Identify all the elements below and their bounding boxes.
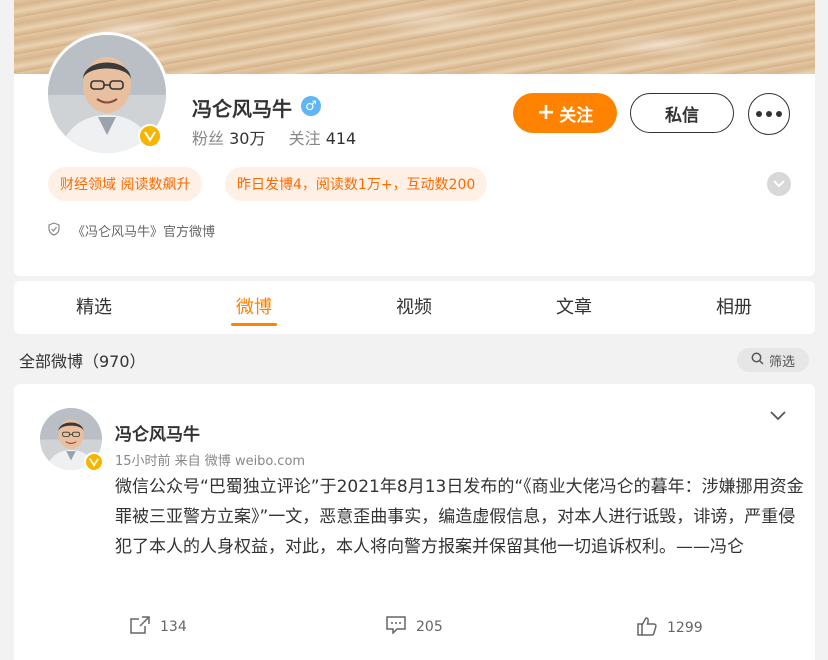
chevron-down-icon[interactable] — [767, 172, 791, 196]
comment-button[interactable]: 205 — [386, 616, 443, 638]
tab-featured-label: 精选 — [76, 297, 112, 318]
plus-icon: + — [536, 100, 556, 125]
domain-tag[interactable]: 财经领域 阅读数飙升 — [48, 167, 203, 201]
verified-badge-icon — [84, 452, 104, 472]
profile-stats: 粉丝 30万 关注 414 — [192, 125, 374, 149]
tab-videos-label: 视频 — [396, 297, 432, 318]
follow-button[interactable]: + 关注 — [513, 93, 617, 133]
repost-button[interactable]: 134 — [130, 616, 187, 638]
follow-button-label: 关注 — [559, 105, 594, 126]
activity-tag[interactable]: 昨日发博4，阅读数1万+，互动数200 — [225, 167, 488, 201]
official-text: 《冯仑风马牛》官方微博 — [72, 225, 216, 240]
verified-badge-icon — [138, 124, 162, 148]
followers-label: 粉丝 — [192, 129, 225, 148]
comment-count: 205 — [416, 619, 443, 635]
comment-icon — [386, 616, 406, 638]
like-button[interactable]: 1299 — [637, 616, 703, 640]
followers-count: 30万 — [229, 129, 266, 148]
message-button[interactable]: 私信 — [630, 93, 734, 133]
share-icon — [130, 616, 150, 638]
like-count: 1299 — [667, 620, 703, 636]
following-count: 414 — [325, 129, 357, 148]
post-author[interactable]: 冯仑风马牛 — [115, 420, 200, 445]
thumbs-up-icon — [637, 616, 657, 640]
following-label: 关注 — [288, 129, 321, 148]
tab-weibo[interactable]: 微博 — [174, 281, 334, 334]
more-options-icon[interactable] — [748, 93, 790, 135]
domain-tag-label: 财经领域 阅读数飙升 — [60, 177, 191, 193]
followers-stat[interactable]: 粉丝 30万 — [192, 129, 271, 148]
profile-card: 冯仑风马牛 ♂ 粉丝 30万 关注 414 + 关注 私信 财经领域 阅读数飙升… — [14, 0, 815, 276]
official-info: 《冯仑风马牛》官方微博 — [48, 221, 215, 240]
tab-featured[interactable]: 精选 — [14, 281, 174, 334]
feed-count: 全部微博（970） — [19, 352, 146, 371]
profile-name: 冯仑风马牛 — [192, 97, 292, 121]
tab-articles-label: 文章 — [556, 297, 592, 318]
message-button-label: 私信 — [665, 105, 699, 126]
post-card: 冯仑风马牛 15小时前 来自 微博 weibo.com 微信公众号“巴蜀独立评论… — [14, 384, 815, 660]
male-icon: ♂ — [301, 96, 321, 116]
activity-tag-label: 昨日发博4，阅读数1万+，互动数200 — [237, 177, 476, 193]
profile-tabs: 精选 微博 视频 文章 相册 — [14, 281, 815, 334]
tab-weibo-label: 微博 — [236, 297, 272, 318]
filter-button[interactable]: 筛选 — [737, 348, 809, 372]
post-text: 微信公众号“巴蜀独立评论”于2021年8月13日发布的“《商业大佬冯仑的暮年：涉… — [115, 477, 804, 557]
filter-label: 筛选 — [768, 354, 795, 370]
shield-icon — [48, 221, 60, 240]
search-icon — [751, 352, 764, 369]
post-meta: 15小时前 来自 微博 weibo.com — [115, 454, 306, 469]
tab-albums[interactable]: 相册 — [654, 281, 814, 334]
repost-count: 134 — [160, 619, 187, 635]
tab-albums-label: 相册 — [716, 297, 752, 318]
following-stat[interactable]: 关注 414 — [289, 129, 357, 148]
tab-articles[interactable]: 文章 — [494, 281, 654, 334]
chevron-down-icon[interactable] — [770, 406, 786, 425]
active-tab-indicator — [231, 323, 277, 326]
tab-videos[interactable]: 视频 — [334, 281, 494, 334]
